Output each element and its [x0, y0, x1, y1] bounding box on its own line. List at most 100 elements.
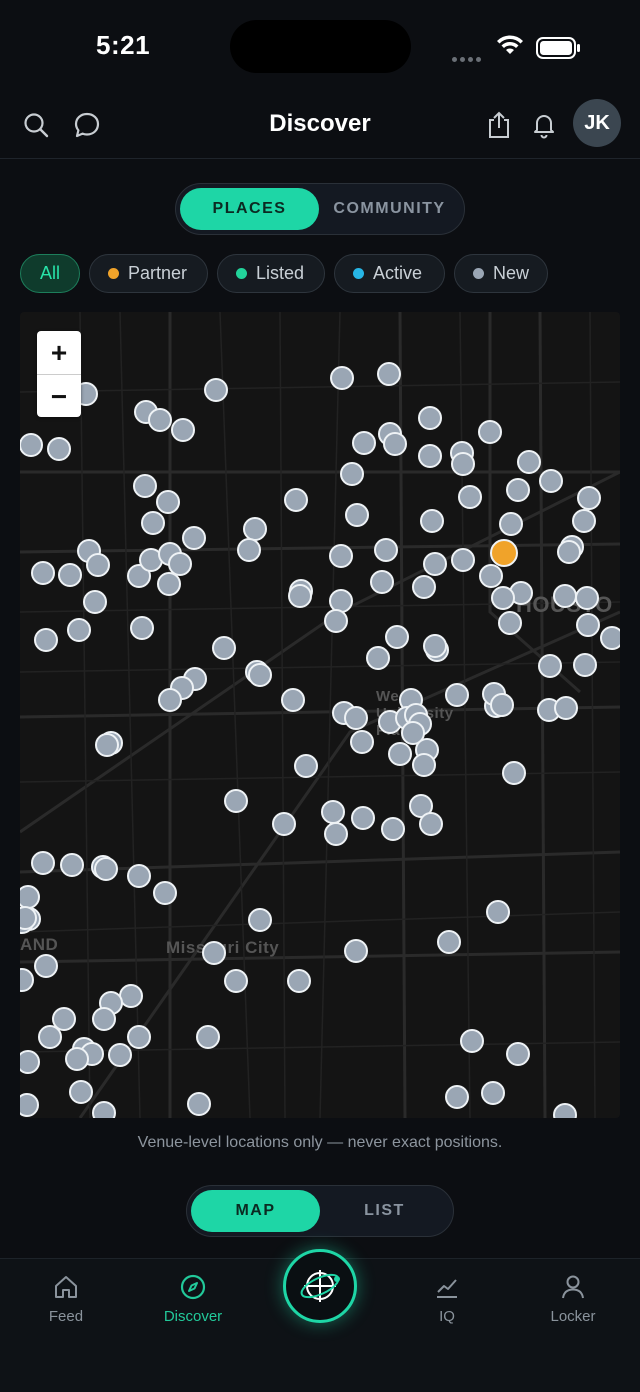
venue-pin[interactable]: [506, 478, 530, 502]
venue-pin[interactable]: [133, 474, 157, 498]
venue-pin[interactable]: [572, 509, 596, 533]
filter-chip-all[interactable]: All: [20, 254, 80, 293]
venue-pin[interactable]: [20, 433, 43, 457]
venue-pin[interactable]: [381, 817, 405, 841]
tab-places[interactable]: PLACES: [180, 188, 319, 230]
venue-pin[interactable]: [204, 378, 228, 402]
venue-pin[interactable]: [502, 761, 526, 785]
venue-pin[interactable]: [600, 626, 620, 650]
venue-pin[interactable]: [212, 636, 236, 660]
venue-pin[interactable]: [370, 570, 394, 594]
venue-pin[interactable]: [321, 800, 345, 824]
venue-pin[interactable]: [108, 1043, 132, 1067]
tab-list[interactable]: LIST: [320, 1190, 449, 1232]
nav-item-locker[interactable]: Locker: [528, 1271, 618, 1325]
venue-pin[interactable]: [517, 450, 541, 474]
venue-pin[interactable]: [437, 930, 461, 954]
venue-pin[interactable]: [157, 572, 181, 596]
venue-pin[interactable]: [182, 526, 206, 550]
filter-chip-partner[interactable]: Partner: [89, 254, 208, 293]
venue-pin[interactable]: [383, 432, 407, 456]
venue-pin[interactable]: [539, 469, 563, 493]
venue-pin[interactable]: [83, 590, 107, 614]
venue-pin[interactable]: [127, 864, 151, 888]
venue-pin[interactable]: [94, 857, 118, 881]
nav-item-iq[interactable]: IQ: [402, 1271, 492, 1325]
venue-pin[interactable]: [374, 538, 398, 562]
venue-pin[interactable]: [187, 1092, 211, 1116]
venue-pin[interactable]: [284, 488, 308, 512]
venue-pin[interactable]: [340, 462, 364, 486]
filter-chip-new[interactable]: New: [454, 254, 548, 293]
venue-pin[interactable]: [156, 490, 180, 514]
venue-pin[interactable]: [65, 1047, 89, 1071]
venue-pin[interactable]: [345, 503, 369, 527]
center-action-button[interactable]: [283, 1249, 357, 1323]
venue-pin[interactable]: [445, 1085, 469, 1109]
venue-pin[interactable]: [377, 362, 401, 386]
venue-pin[interactable]: [92, 1101, 116, 1118]
share-icon[interactable]: [484, 110, 514, 140]
venue-pin[interactable]: [418, 406, 442, 430]
venue-pin[interactable]: [576, 613, 600, 637]
venue-pin[interactable]: [34, 628, 58, 652]
venue-pin[interactable]: [31, 851, 55, 875]
venue-pin[interactable]: [248, 908, 272, 932]
venue-pin[interactable]: [324, 822, 348, 846]
venue-pin[interactable]: [350, 730, 374, 754]
venue-pin[interactable]: [95, 733, 119, 757]
venue-pin-partner[interactable]: [490, 539, 518, 567]
venue-pin[interactable]: [60, 853, 84, 877]
venue-pin[interactable]: [196, 1025, 220, 1049]
venue-pin[interactable]: [412, 753, 436, 777]
venue-pin[interactable]: [237, 538, 261, 562]
venue-pin[interactable]: [458, 485, 482, 509]
venue-pin[interactable]: [451, 548, 475, 572]
venue-pin[interactable]: [481, 1081, 505, 1105]
venue-pin[interactable]: [385, 625, 409, 649]
venue-map[interactable]: HOUSTO West University Place Missouri Ci…: [20, 312, 620, 1118]
venue-pin[interactable]: [412, 575, 436, 599]
zoom-out-button[interactable]: −: [37, 374, 81, 418]
venue-pin[interactable]: [171, 418, 195, 442]
venue-pin[interactable]: [506, 1042, 530, 1066]
venue-pin[interactable]: [248, 663, 272, 687]
venue-pin[interactable]: [67, 618, 91, 642]
venue-pin[interactable]: [486, 900, 510, 924]
venue-pin[interactable]: [224, 969, 248, 993]
venue-pin[interactable]: [127, 1025, 151, 1049]
venue-pin[interactable]: [92, 1007, 116, 1031]
venue-pin[interactable]: [344, 706, 368, 730]
venue-pin[interactable]: [352, 431, 376, 455]
venue-pin[interactable]: [575, 586, 599, 610]
venue-pin[interactable]: [148, 408, 172, 432]
venue-pin[interactable]: [499, 512, 523, 536]
venue-pin[interactable]: [479, 564, 503, 588]
venue-pin[interactable]: [577, 486, 601, 510]
venue-pin[interactable]: [158, 688, 182, 712]
venue-pin[interactable]: [344, 939, 368, 963]
venue-pin[interactable]: [69, 1080, 93, 1104]
venue-pin[interactable]: [58, 563, 82, 587]
venue-pin[interactable]: [557, 540, 581, 564]
venue-pin[interactable]: [419, 812, 443, 836]
venue-pin[interactable]: [294, 754, 318, 778]
venue-pin[interactable]: [366, 646, 390, 670]
venue-pin[interactable]: [34, 954, 58, 978]
venue-pin[interactable]: [423, 634, 447, 658]
venue-pin[interactable]: [281, 688, 305, 712]
venue-pin[interactable]: [329, 544, 353, 568]
venue-pin[interactable]: [553, 584, 577, 608]
venue-pin[interactable]: [460, 1029, 484, 1053]
venue-pin[interactable]: [330, 366, 354, 390]
venue-pin[interactable]: [490, 693, 514, 717]
venue-pin[interactable]: [141, 511, 165, 535]
tab-community[interactable]: COMMUNITY: [319, 188, 460, 230]
venue-pin[interactable]: [38, 1025, 62, 1049]
zoom-in-button[interactable]: +: [37, 331, 81, 374]
venue-pin[interactable]: [573, 653, 597, 677]
venue-pin[interactable]: [324, 609, 348, 633]
venue-pin[interactable]: [423, 552, 447, 576]
venue-pin[interactable]: [418, 444, 442, 468]
venue-pin[interactable]: [388, 742, 412, 766]
